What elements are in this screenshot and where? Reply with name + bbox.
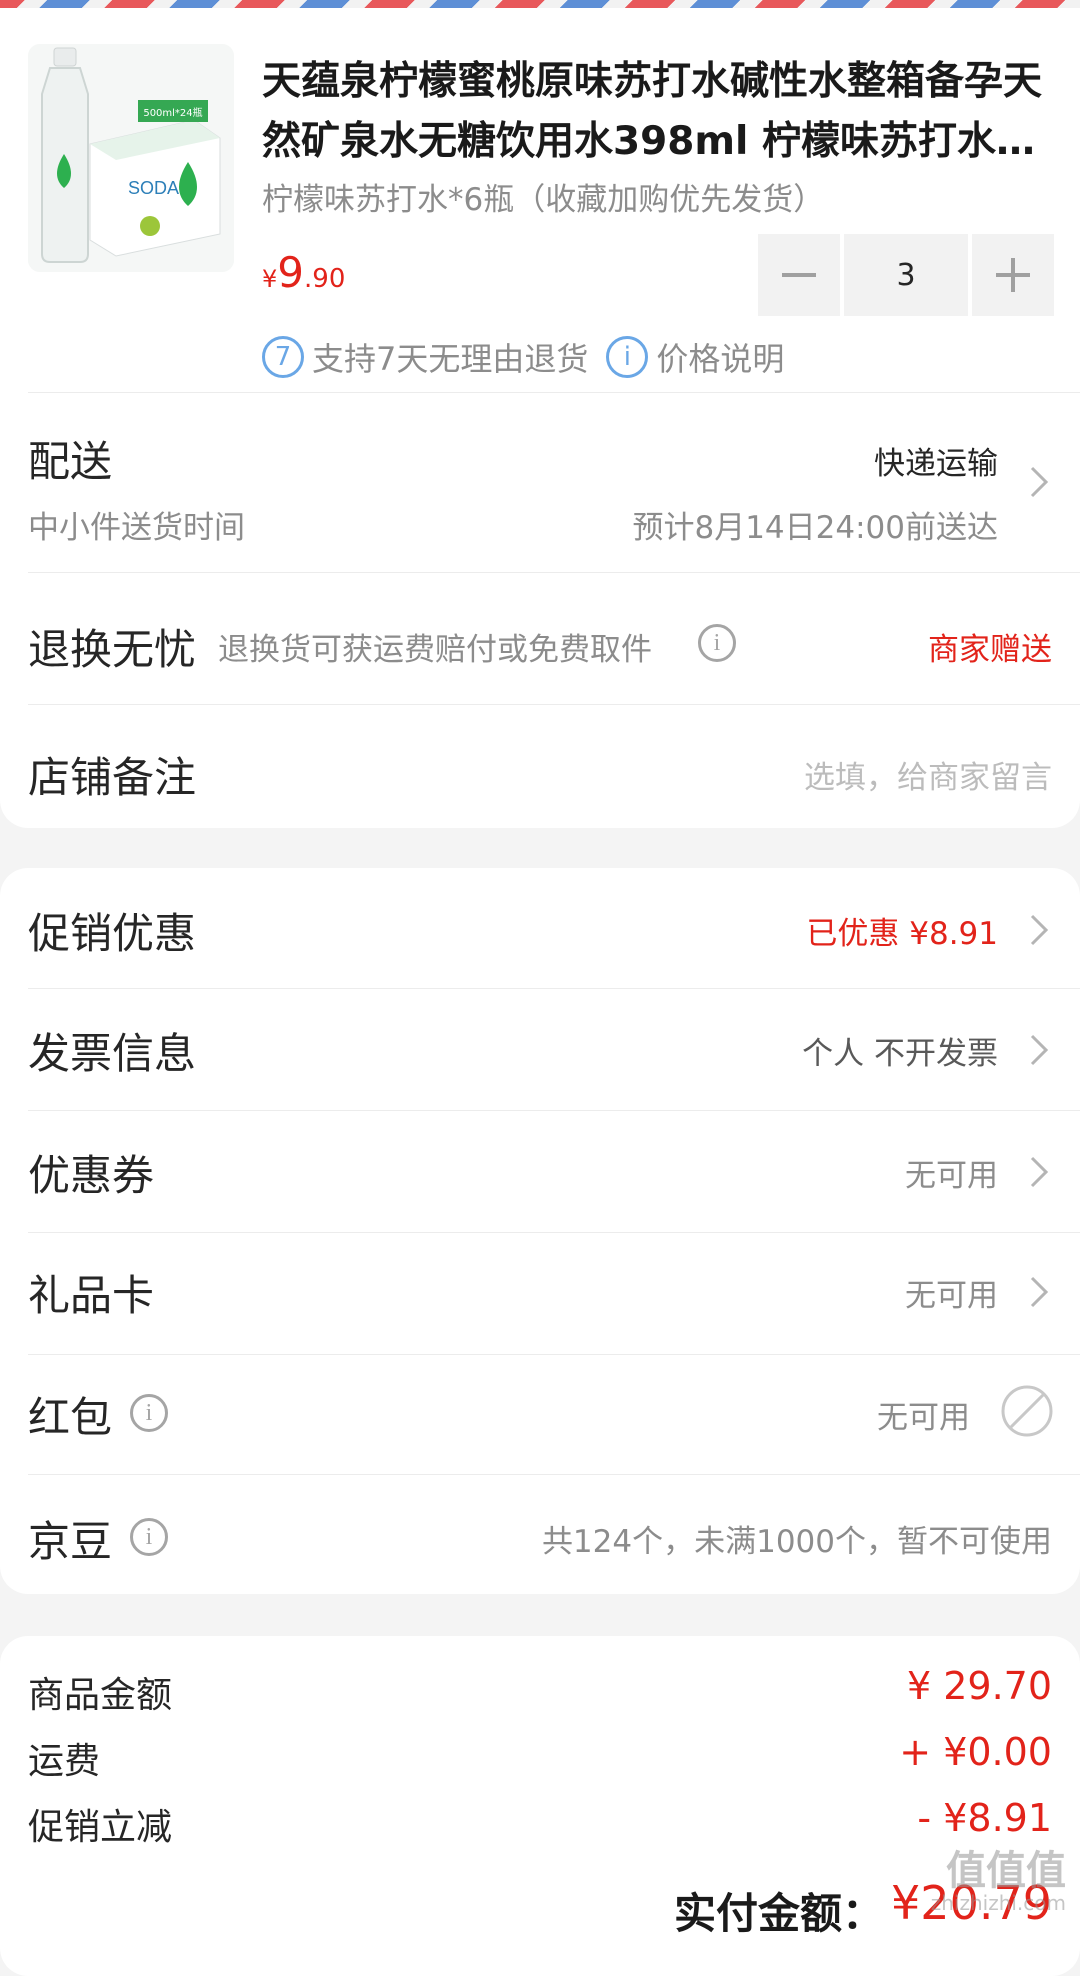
- jd-beans-label: 京豆: [28, 1517, 113, 1566]
- divider: [28, 1232, 1080, 1233]
- quantity-input[interactable]: 3: [844, 234, 968, 316]
- airmail-border: [0, 0, 1080, 8]
- site-watermark: 值值值 zhizhizhi.com: [931, 1850, 1066, 1914]
- chevron-right-icon: [1030, 1156, 1049, 1188]
- divider: [28, 1354, 1080, 1355]
- product-image[interactable]: 500ml*24瓶 SODA: [28, 44, 234, 272]
- product-price: ¥9.90: [262, 248, 345, 297]
- chevron-right-icon: [1030, 914, 1049, 946]
- promo-discount-value: - ¥8.91: [917, 1796, 1052, 1840]
- info-icon: i: [606, 336, 649, 378]
- info-icon[interactable]: i: [130, 1394, 168, 1432]
- coupon-value: 无可用: [905, 1158, 998, 1194]
- brand-text: SODA: [128, 178, 179, 198]
- divider: [28, 704, 1080, 705]
- plus-icon: [996, 258, 1030, 292]
- box-capacity-text: 500ml*24瓶: [143, 106, 202, 119]
- chevron-right-icon: [1030, 1276, 1049, 1308]
- goods-amount-value: ¥ 29.70: [906, 1664, 1052, 1708]
- divider: [28, 1110, 1080, 1111]
- price-integer: 9: [277, 248, 305, 297]
- shipping-value: + ¥0.00: [899, 1730, 1052, 1774]
- return-service-label: 退换无忧: [28, 625, 197, 674]
- delivery-sub-label: 中小件送货时间: [28, 510, 245, 546]
- gift-card-label: 礼品卡: [28, 1271, 155, 1320]
- info-icon[interactable]: i: [698, 624, 736, 662]
- price-currency: ¥: [262, 265, 278, 293]
- return-service-desc: 退换货可获运费赔付或免费取件: [218, 632, 652, 668]
- divider: [28, 1474, 1080, 1475]
- order-product-card: 500ml*24瓶 SODA 天蕴泉柠檬蜜桃原味苏打水碱性水整箱备孕天然矿泉水无…: [0, 8, 1080, 828]
- divider: [28, 392, 1080, 393]
- delivery-method: 快递运输: [874, 446, 998, 482]
- seven-day-icon: 7: [262, 336, 304, 378]
- promotion-value: 已优惠 ¥8.91: [806, 916, 998, 952]
- jd-beans-value: 共124个，未满1000个，暂不可使用: [541, 1524, 1052, 1560]
- watermark-sub: zhizhizhi.com: [930, 1891, 1066, 1915]
- store-note-label: 店铺备注: [28, 753, 197, 802]
- decrease-quantity-button[interactable]: [758, 234, 840, 316]
- service-line: 7 支持7天无理由退货 i 价格说明: [262, 334, 784, 380]
- increase-quantity-button[interactable]: [972, 234, 1054, 316]
- return-policy-text[interactable]: 支持7天无理由退货: [312, 334, 588, 380]
- minus-icon: [782, 273, 816, 277]
- chevron-right-icon: [1030, 466, 1049, 498]
- divider: [28, 572, 1080, 573]
- invoice-value: 个人 不开发票: [802, 1036, 998, 1072]
- promo-discount-label: 促销立减: [28, 1807, 173, 1848]
- shipping-label: 运费: [28, 1741, 101, 1782]
- total-pay-label: 实付金额：: [673, 1889, 884, 1938]
- product-image-graphic: 500ml*24瓶 SODA: [28, 44, 234, 272]
- price-note-link[interactable]: 价格说明: [656, 334, 784, 380]
- store-note-input[interactable]: 选填，给商家留言: [804, 752, 1052, 797]
- gift-card-value: 无可用: [905, 1278, 998, 1314]
- return-service-value: 商家赠送: [928, 632, 1052, 668]
- info-icon[interactable]: i: [130, 1518, 168, 1556]
- order-options-card: 促销优惠 已优惠 ¥8.91 发票信息 个人 不开发票 优惠券 无可用 礼品卡 …: [0, 868, 1080, 1594]
- red-packet-value: 无可用: [877, 1400, 970, 1436]
- price-decimal: .90: [304, 264, 346, 294]
- disabled-icon: [1001, 1385, 1053, 1437]
- divider: [28, 988, 1080, 989]
- product-title[interactable]: 天蕴泉柠檬蜜桃原味苏打水碱性水整箱备孕天然矿泉水无糖饮用水398ml 柠檬味苏打…: [262, 52, 1042, 172]
- chevron-right-icon: [1030, 1034, 1049, 1066]
- quantity-stepper: 3: [758, 234, 1054, 316]
- coupon-label: 优惠券: [28, 1151, 155, 1200]
- goods-amount-label: 商品金额: [28, 1675, 173, 1716]
- red-packet-label: 红包: [28, 1393, 113, 1442]
- delivery-eta: 预计8月14日24:00前送达: [632, 510, 998, 546]
- promotion-label: 促销优惠: [28, 909, 197, 958]
- invoice-label: 发票信息: [28, 1029, 197, 1078]
- delivery-label: 配送: [28, 437, 113, 486]
- product-spec: 柠檬味苏打水*6瓶（收藏加购优先发货）: [262, 182, 825, 218]
- watermark-text: 值值值: [946, 1848, 1066, 1894]
